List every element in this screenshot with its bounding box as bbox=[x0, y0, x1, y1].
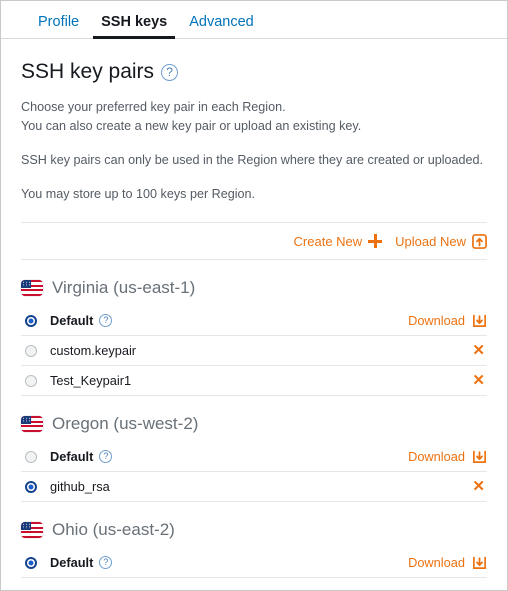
action-row-wrapper: Create New Upload New bbox=[21, 222, 487, 260]
region-name-ohio: Ohio (us-east-2) bbox=[52, 520, 175, 539]
description-line-4: You may store up to 100 keys per Region. bbox=[21, 187, 256, 201]
download-label: Download bbox=[408, 449, 465, 464]
key-name: Default bbox=[50, 555, 94, 570]
divider-below-actions bbox=[21, 259, 487, 260]
region-section-virginia: Virginia (us-east-1) Default ? Download bbox=[21, 278, 487, 396]
download-label: Download bbox=[408, 555, 465, 570]
key-row[interactable]: custom.keypair ✕ bbox=[21, 336, 487, 366]
upload-new-label: Upload New bbox=[395, 233, 466, 249]
action-row: Create New Upload New bbox=[21, 223, 487, 259]
us-flag-icon bbox=[21, 280, 43, 296]
region-section-oregon: Oregon (us-west-2) Default ? Download gi… bbox=[21, 414, 487, 502]
key-radio-github-rsa[interactable] bbox=[25, 480, 37, 493]
help-circle-icon[interactable]: ? bbox=[99, 556, 113, 569]
key-label: custom.keypair bbox=[50, 343, 136, 358]
key-radio-default-oregon[interactable] bbox=[25, 450, 37, 463]
key-name: Default bbox=[50, 313, 94, 328]
upload-box-icon bbox=[472, 233, 487, 249]
key-row[interactable]: Default ? Download bbox=[21, 442, 487, 472]
region-header-oregon: Oregon (us-west-2) bbox=[21, 414, 487, 434]
description-line-2: You can also create a new key pair or up… bbox=[21, 119, 362, 133]
key-radio-default-ohio[interactable] bbox=[25, 556, 37, 569]
close-x-icon[interactable]: ✕ bbox=[472, 479, 487, 494]
help-circle-icon[interactable]: ? bbox=[99, 314, 113, 327]
key-radio-test-keypair1[interactable] bbox=[25, 374, 37, 387]
key-label: Test_Keypair1 bbox=[50, 373, 131, 388]
plus-icon bbox=[368, 234, 383, 248]
key-row[interactable]: Test_Keypair1 ✕ bbox=[21, 366, 487, 396]
download-button[interactable]: Download bbox=[408, 449, 487, 464]
region-header-virginia: Virginia (us-east-1) bbox=[21, 278, 487, 298]
key-name: custom.keypair bbox=[50, 343, 137, 358]
key-row[interactable]: github_rsa ✕ bbox=[21, 472, 487, 502]
download-button[interactable]: Download bbox=[408, 555, 487, 570]
key-radio-custom-keypair[interactable] bbox=[25, 344, 37, 357]
key-row[interactable]: Default ? Download bbox=[21, 548, 487, 578]
create-new-label: Create New bbox=[293, 233, 363, 249]
download-label: Download bbox=[408, 313, 465, 328]
us-flag-icon bbox=[21, 416, 43, 432]
help-circle-icon[interactable]: ? bbox=[99, 450, 113, 463]
download-box-icon bbox=[473, 314, 486, 327]
tab-profile[interactable]: Profile bbox=[27, 14, 90, 39]
description-line-1: Choose your preferred key pair in each R… bbox=[21, 100, 286, 114]
description-line-3: SSH key pairs can only be used in the Re… bbox=[21, 153, 484, 167]
create-new-button[interactable]: Create New bbox=[294, 234, 383, 249]
upload-new-button[interactable]: Upload New bbox=[395, 234, 487, 249]
description-block-primary: Choose your preferred key pair in each R… bbox=[21, 98, 487, 136]
close-x-icon[interactable]: ✕ bbox=[472, 373, 487, 388]
us-flag-icon bbox=[21, 522, 43, 538]
page-content: SSH key pairs ? Choose your preferred ke… bbox=[1, 60, 507, 578]
page-title: SSH key pairs ? bbox=[21, 60, 487, 84]
region-header-ohio: Ohio (us-east-2) bbox=[21, 520, 487, 540]
region-section-ohio: Ohio (us-east-2) Default ? Download bbox=[21, 520, 487, 578]
key-name: Test_Keypair1 bbox=[50, 373, 132, 388]
key-radio-default-virginia[interactable] bbox=[25, 314, 37, 327]
key-name: Default bbox=[50, 449, 94, 464]
key-label: github_rsa bbox=[50, 479, 110, 494]
key-name: github_rsa bbox=[50, 479, 110, 494]
download-box-icon bbox=[473, 556, 486, 569]
region-name-virginia: Virginia (us-east-1) bbox=[52, 278, 196, 297]
tab-bar: Profile SSH keys Advanced bbox=[1, 1, 507, 39]
download-box-icon bbox=[473, 450, 486, 463]
key-label: Default ? bbox=[50, 449, 113, 464]
download-button[interactable]: Download bbox=[408, 313, 487, 328]
close-x-icon[interactable]: ✕ bbox=[472, 343, 487, 358]
key-row[interactable]: Default ? Download bbox=[21, 306, 487, 336]
page-title-text: SSH key pairs bbox=[21, 60, 155, 83]
tab-advanced[interactable]: Advanced bbox=[178, 14, 265, 39]
key-label: Default ? bbox=[50, 555, 113, 570]
tab-ssh-keys[interactable]: SSH keys bbox=[90, 14, 178, 39]
help-circle-icon[interactable]: ? bbox=[161, 63, 179, 81]
key-label: Default ? bbox=[50, 313, 113, 328]
region-name-oregon: Oregon (us-west-2) bbox=[52, 414, 199, 433]
ssh-keys-page: Profile SSH keys Advanced SSH key pairs … bbox=[0, 0, 508, 591]
